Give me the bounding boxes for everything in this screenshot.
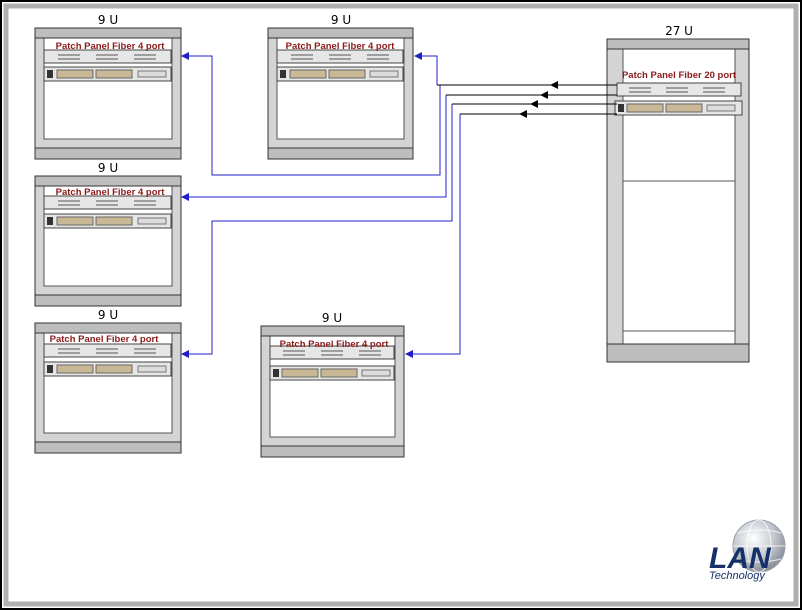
rack-d: 9 U Patch Panel Fiber 4 port	[34, 308, 182, 454]
rack-main-size-label: 27 U	[665, 24, 693, 38]
rack-e-size-label: 9 U	[322, 311, 342, 325]
rack-e-patch-label: Patch Panel Fiber 4 port	[280, 339, 390, 350]
rack-a-patch-label: Patch Panel Fiber 4 port	[56, 41, 166, 52]
diagram-canvas: 9 U Patch Panel Fiber 4 port 9 U Patch P…	[0, 0, 802, 610]
rack-b-patch-label: Patch Panel Fiber 4 port	[286, 41, 396, 52]
logo-sub-text: Technology	[709, 570, 766, 582]
rack-d-size-label: 9 U	[98, 308, 118, 322]
rack-main-patch-label: Patch Panel Fiber 20 port	[622, 70, 737, 81]
rack-c-patch-label: Patch Panel Fiber 4 port	[56, 187, 166, 198]
rack-e: 9 U Patch Panel Fiber 4 port	[260, 311, 405, 458]
rack-main: 27 U Patch Panel Fiber 20 port	[606, 24, 750, 363]
rack-b-size-label: 9 U	[331, 13, 351, 27]
patch-panel-fiber-20-port	[616, 82, 742, 97]
rack-a: 9 U Patch Panel Fiber 4 port	[34, 13, 182, 160]
rack-c: 9 U Patch Panel Fiber 4 port	[34, 161, 182, 307]
rack-c-size-label: 9 U	[98, 161, 118, 175]
rack-d-patch-label: Patch Panel Fiber 4 port	[50, 334, 160, 345]
rack-b: 9 U Patch Panel Fiber 4 port	[267, 13, 414, 160]
rack-a-size-label: 9 U	[98, 13, 118, 27]
patch-panel-fiber-4-port	[43, 343, 172, 358]
network-diagram: 9 U Patch Panel Fiber 4 port 9 U Patch P…	[0, 0, 802, 610]
